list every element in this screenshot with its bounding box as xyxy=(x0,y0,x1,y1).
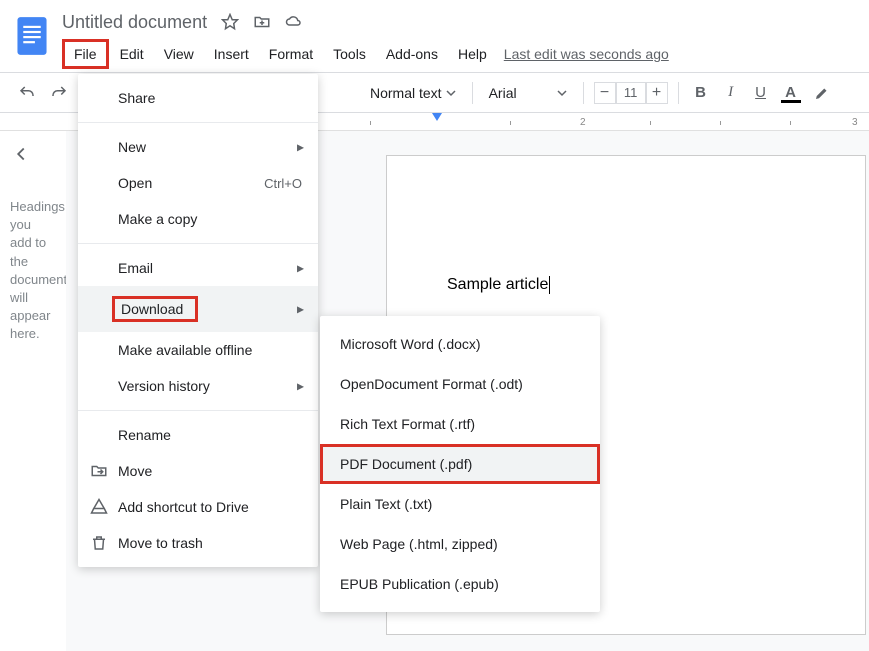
font-size-input[interactable]: 11 xyxy=(616,82,646,104)
submenu-item-odt[interactable]: OpenDocument Format (.odt) xyxy=(320,364,600,404)
font-size-increase[interactable]: + xyxy=(646,82,668,104)
menu-format[interactable]: Format xyxy=(260,42,322,66)
submenu-item-docx[interactable]: Microsoft Word (.docx) xyxy=(320,324,600,364)
menu-item-download[interactable]: Download▸ xyxy=(78,286,318,332)
menu-item-new[interactable]: New▸ xyxy=(78,129,318,165)
bold-button[interactable]: B xyxy=(689,84,713,101)
submenu-arrow-icon: ▸ xyxy=(297,139,304,156)
highlight-button[interactable] xyxy=(809,80,835,106)
outline-placeholder: Headings you add to the document will ap… xyxy=(10,198,56,344)
paragraph-style-dropdown[interactable]: Normal text xyxy=(364,85,462,101)
menu-tools[interactable]: Tools xyxy=(324,42,375,66)
menu-item-make-offline[interactable]: Make available offline xyxy=(78,332,318,368)
file-menu-dropdown: Share New▸ OpenCtrl+O Make a copy Email▸… xyxy=(78,74,318,567)
document-text[interactable]: Sample article xyxy=(447,276,548,293)
menu-item-move-to-trash[interactable]: Move to trash xyxy=(78,525,318,561)
text-cursor xyxy=(549,276,550,294)
document-title[interactable]: Untitled document xyxy=(62,12,207,33)
underline-button[interactable]: U xyxy=(749,84,773,101)
menu-item-version-history[interactable]: Version history▸ xyxy=(78,368,318,404)
menu-edit[interactable]: Edit xyxy=(111,42,153,66)
paragraph-style-label: Normal text xyxy=(370,85,442,101)
last-edit-link[interactable]: Last edit was seconds ago xyxy=(504,46,669,62)
chevron-down-icon xyxy=(557,85,567,101)
menu-item-make-copy[interactable]: Make a copy xyxy=(78,201,318,237)
outline-back-button[interactable] xyxy=(10,143,56,168)
shortcut-label: Ctrl+O xyxy=(264,176,302,191)
submenu-arrow-icon: ▸ xyxy=(297,301,304,318)
submenu-arrow-icon: ▸ xyxy=(297,260,304,277)
menu-help[interactable]: Help xyxy=(449,42,496,66)
menu-file[interactable]: File xyxy=(62,39,109,69)
menu-item-share[interactable]: Share xyxy=(78,80,318,116)
move-folder-icon[interactable] xyxy=(253,13,271,31)
font-size-decrease[interactable]: − xyxy=(594,82,616,104)
font-family-dropdown[interactable]: Arial xyxy=(483,85,573,101)
submenu-item-epub[interactable]: EPUB Publication (.epub) xyxy=(320,564,600,604)
ruler-tick: 3 xyxy=(852,117,858,128)
text-color-button[interactable]: A xyxy=(779,84,803,101)
menu-item-add-shortcut[interactable]: Add shortcut to Drive xyxy=(78,489,318,525)
submenu-item-html[interactable]: Web Page (.html, zipped) xyxy=(320,524,600,564)
menu-item-email[interactable]: Email▸ xyxy=(78,250,318,286)
download-submenu: Microsoft Word (.docx) OpenDocument Form… xyxy=(320,316,600,612)
italic-button[interactable]: I xyxy=(719,84,743,101)
submenu-item-txt[interactable]: Plain Text (.txt) xyxy=(320,484,600,524)
menu-insert[interactable]: Insert xyxy=(205,42,258,66)
ruler-indent-marker[interactable] xyxy=(432,113,442,121)
submenu-arrow-icon: ▸ xyxy=(297,378,304,395)
drive-shortcut-icon xyxy=(90,498,108,516)
font-family-label: Arial xyxy=(489,85,517,101)
submenu-item-rtf[interactable]: Rich Text Format (.rtf) xyxy=(320,404,600,444)
ruler-tick: 2 xyxy=(580,117,586,128)
docs-logo-icon[interactable] xyxy=(12,10,52,62)
menu-item-rename[interactable]: Rename xyxy=(78,417,318,453)
trash-icon xyxy=(90,534,108,552)
star-icon[interactable] xyxy=(221,13,239,31)
cloud-saved-icon[interactable] xyxy=(285,13,303,31)
folder-move-icon xyxy=(90,462,108,480)
submenu-item-pdf[interactable]: PDF Document (.pdf) xyxy=(320,444,600,484)
menu-item-open[interactable]: OpenCtrl+O xyxy=(78,165,318,201)
chevron-down-icon xyxy=(446,85,456,101)
menu-addons[interactable]: Add-ons xyxy=(377,42,447,66)
menu-view[interactable]: View xyxy=(155,42,203,66)
undo-button[interactable] xyxy=(14,80,40,106)
menu-item-move[interactable]: Move xyxy=(78,453,318,489)
redo-button[interactable] xyxy=(46,80,72,106)
